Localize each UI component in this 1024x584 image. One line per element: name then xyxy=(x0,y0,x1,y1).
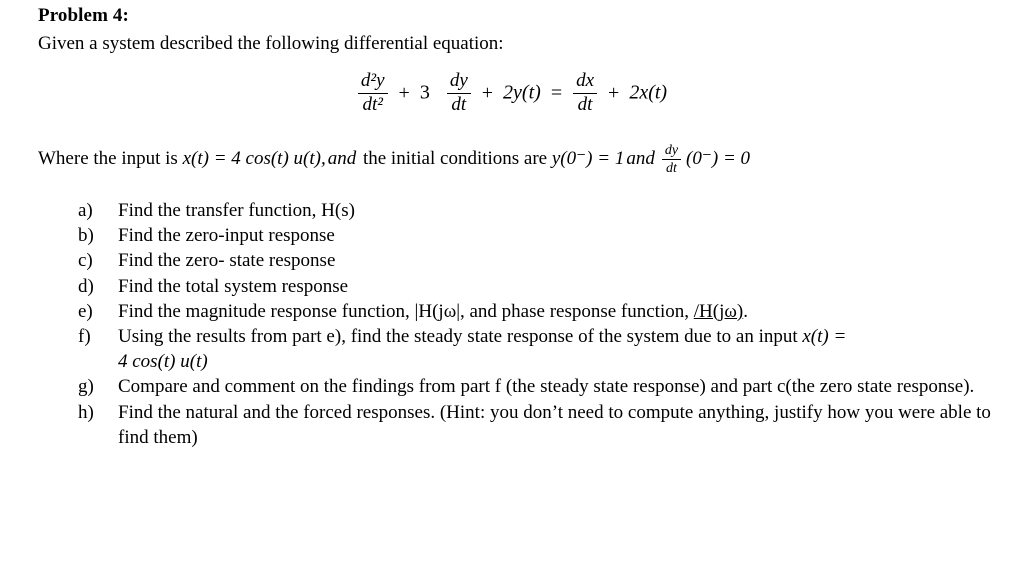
list-item-b: b) Find the zero-input response xyxy=(0,223,1024,248)
conditions-prefix: Where the input is xyxy=(38,147,183,169)
second-derivative-numerator: d²y xyxy=(357,71,388,94)
input-cosine-expression: 4 cos(t) u(t) xyxy=(118,351,208,373)
list-item-c: c) Find the zero- state response xyxy=(0,248,1024,273)
plus-operator-1: + xyxy=(398,81,410,104)
list-text-h: Find the natural and the forced response… xyxy=(118,401,991,448)
list-marker-g: g) xyxy=(78,376,94,398)
list-marker-c: c) xyxy=(78,250,93,272)
list-text-b: Find the zero-input response xyxy=(118,225,335,247)
steady-state-question-text: Using the results from part e), find the… xyxy=(118,326,803,348)
and-word-1: and xyxy=(327,147,357,169)
dx-numerator: dx xyxy=(573,71,598,94)
list-marker-d: d) xyxy=(78,275,94,297)
dy-dt-small-fraction-wrap: dy dt xyxy=(661,143,682,176)
list-text-g: Compare and comment on the findings from… xyxy=(118,376,975,398)
list-marker-h: h) xyxy=(78,401,94,423)
second-derivative-denominator: dt² xyxy=(362,93,383,115)
conditions-middle: the initial conditions are xyxy=(358,147,552,169)
initial-condition-y: y(0⁻) = 1 xyxy=(551,147,625,169)
list-text-f: Using the results from part e), find the… xyxy=(118,324,998,374)
plus-operator-2: + xyxy=(481,81,494,104)
dt-small-denominator: dt xyxy=(665,161,677,177)
coefficient-three: 3 xyxy=(419,81,430,104)
two-y-term: 2y(t) xyxy=(503,81,541,104)
parts-list: a) Find the transfer function, H(s) b) F… xyxy=(0,198,1024,450)
list-marker-e: e) xyxy=(78,300,93,322)
list-item-d: d) Find the total system response xyxy=(0,274,1024,299)
dy-dt-small-fraction: dy dt xyxy=(661,143,682,177)
list-marker-b: b) xyxy=(78,225,94,247)
first-derivative-denominator: dt xyxy=(451,93,467,115)
list-marker-f: f) xyxy=(78,326,91,348)
list-item-f: f) Using the results from part e), find … xyxy=(0,324,1024,374)
equals-operator: = xyxy=(550,81,563,104)
list-text-d: Find the total system response xyxy=(118,275,349,297)
and-word-2: and xyxy=(626,147,655,169)
initial-conditions-line: Where the input is x(t) = 4 cos(t) u(t),… xyxy=(38,143,751,177)
initial-condition-dy: (0⁻) = 0 xyxy=(686,147,751,169)
plus-operator-3: + xyxy=(608,81,620,104)
input-expression: x(t) = 4 cos(t) u(t), xyxy=(182,147,326,169)
first-derivative-numerator: dy xyxy=(446,71,471,94)
list-item-h: h) Find the natural and the forced respo… xyxy=(0,400,1024,450)
list-text-a: Find the transfer function, H(s) xyxy=(118,200,355,221)
intro-paragraph: Given a system described the following d… xyxy=(38,33,504,54)
list-item-g: g) Compare and comment on the findings f… xyxy=(0,374,1024,399)
first-derivative-fraction: dy dt xyxy=(446,71,471,115)
dx-denominator: dt xyxy=(577,93,593,115)
list-text-e: Find the magnitude response function, |H… xyxy=(118,299,998,324)
two-x-term: 2x(t) xyxy=(629,81,668,104)
list-text-c: Find the zero- state response xyxy=(118,250,336,272)
page-title: Problem 4: xyxy=(38,5,129,26)
differential-equation: d²y dt² + 3 dy dt + 2y(t) = dx dt + 2x(t… xyxy=(0,71,1024,116)
document-page: Problem 4: Given a system described the … xyxy=(0,0,1024,584)
phase-response-notation: /H(jω) xyxy=(693,300,744,322)
input-equals-expression: x(t) = xyxy=(802,326,847,348)
list-text-e-period: . xyxy=(743,300,748,322)
dx-dt-fraction: dx dt xyxy=(573,71,598,115)
second-derivative-fraction: d²y dt² xyxy=(357,71,388,115)
magnitude-response-text: Find the magnitude response function, |H… xyxy=(118,300,694,322)
list-marker-a: a) xyxy=(78,200,93,221)
dy-small-numerator: dy xyxy=(661,143,682,161)
list-item-e: e) Find the magnitude response function,… xyxy=(0,299,1024,324)
list-item-a: a) Find the transfer function, H(s) xyxy=(0,198,1024,223)
